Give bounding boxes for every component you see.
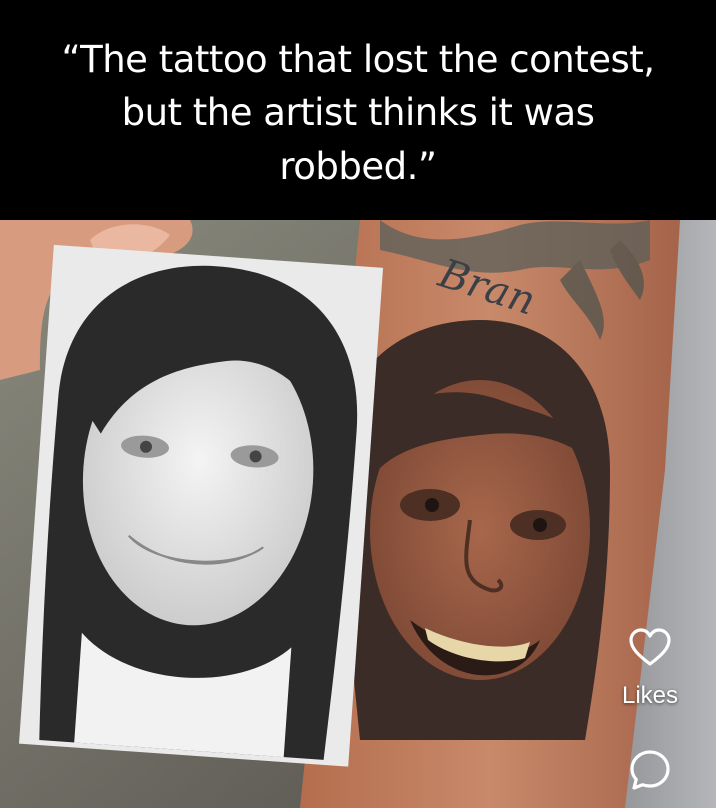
- reel-post: “The tattoo that lost the contest, but t…: [0, 0, 716, 808]
- like-button[interactable]: [620, 618, 680, 678]
- heart-outline-icon: [629, 628, 671, 666]
- likes-label[interactable]: Likes: [622, 682, 678, 710]
- comment-bubble-icon: [630, 750, 670, 790]
- held-photograph: [18, 244, 384, 767]
- caption-banner: “The tattoo that lost the contest, but t…: [0, 0, 716, 220]
- tattoo-portrait: [340, 320, 610, 740]
- action-rail: Likes: [604, 618, 696, 800]
- comment-button[interactable]: [620, 740, 680, 800]
- post-caption: “The tattoo that lost the contest, but t…: [61, 37, 655, 188]
